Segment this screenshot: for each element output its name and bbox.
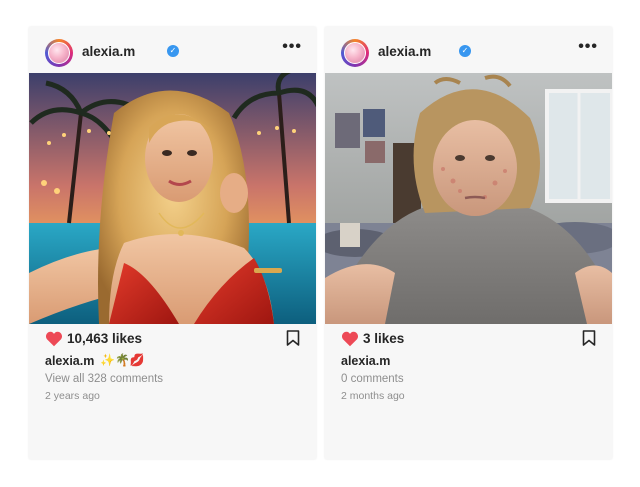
- heart-icon[interactable]: [45, 331, 63, 347]
- username[interactable]: alexia.m: [378, 44, 431, 59]
- post-header: alexia.m ✓ •••: [29, 27, 316, 73]
- bookmark-icon[interactable]: [286, 330, 300, 346]
- heart-icon[interactable]: [341, 331, 359, 347]
- post-timestamp: 2 years ago: [45, 390, 100, 402]
- more-options-icon[interactable]: •••: [578, 38, 598, 56]
- post-actions: 10,463 likes: [29, 324, 316, 354]
- post-photo-image: [29, 73, 316, 324]
- caption-username[interactable]: alexia.m: [341, 354, 390, 368]
- like-count[interactable]: 10,463 likes: [67, 331, 142, 346]
- post-card-now: alexia.m ✓ ••• 3 likes alexia.m 0 commen…: [325, 27, 612, 459]
- caption-username[interactable]: alexia.m: [45, 354, 94, 368]
- username[interactable]: alexia.m: [82, 44, 135, 59]
- post-photo[interactable]: [325, 73, 612, 324]
- verified-badge-icon: ✓: [459, 45, 471, 57]
- post-photo[interactable]: [29, 73, 316, 324]
- avatar[interactable]: [341, 39, 369, 67]
- caption-text: ✨🌴💋: [100, 353, 145, 367]
- post-card-then: alexia.m ✓ ••• 10,463 likes alexia.m ✨🌴💋…: [29, 27, 316, 459]
- post-photo-image: [325, 73, 612, 324]
- view-comments-link[interactable]: View all 328 comments: [45, 373, 163, 385]
- post-timestamp: 2 months ago: [341, 390, 405, 402]
- post-header: alexia.m ✓ •••: [325, 27, 612, 73]
- post-actions: 3 likes: [325, 324, 612, 354]
- bookmark-icon[interactable]: [582, 330, 596, 346]
- avatar[interactable]: [45, 39, 73, 67]
- more-options-icon[interactable]: •••: [282, 38, 302, 56]
- like-count[interactable]: 3 likes: [363, 331, 404, 346]
- verified-badge-icon: ✓: [167, 45, 179, 57]
- view-comments-link[interactable]: 0 comments: [341, 373, 404, 385]
